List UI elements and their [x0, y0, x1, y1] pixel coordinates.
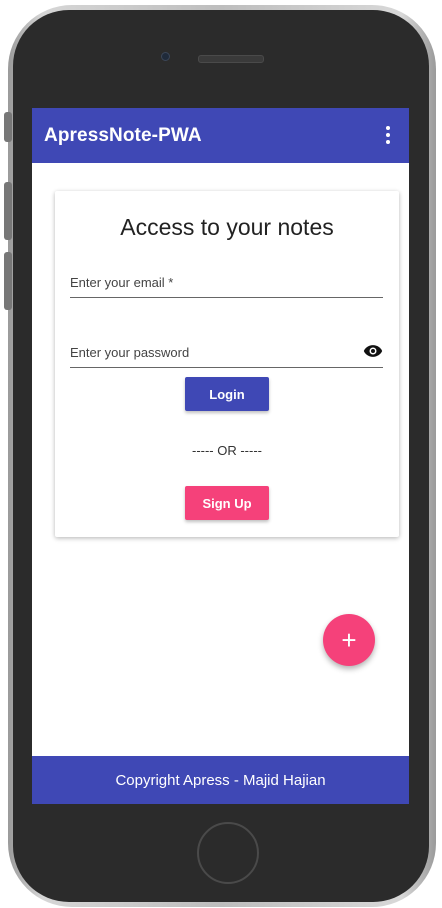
- add-icon: +: [341, 624, 357, 655]
- footer-copyright: Copyright Apress - Majid Hajian: [115, 771, 326, 789]
- signup-button[interactable]: Sign Up: [185, 486, 269, 520]
- email-field[interactable]: Enter your email *: [70, 271, 383, 298]
- email-placeholder: Enter your email *: [70, 275, 174, 290]
- card-heading: Access to your notes: [120, 214, 334, 240]
- front-camera: [161, 52, 170, 61]
- login-card: Access to your notes Enter your email * …: [55, 191, 399, 537]
- earpiece-speaker: [198, 55, 264, 63]
- volume-down-button: [4, 252, 12, 310]
- footer: Copyright Apress - Majid Hajian: [32, 756, 409, 804]
- volume-up-button: [4, 182, 12, 240]
- or-separator: ----- OR -----: [191, 443, 262, 458]
- mute-switch: [4, 112, 12, 142]
- app-screen: ApressNote-PWA Access to your notes Ente…: [32, 108, 409, 804]
- password-field[interactable]: Enter your password: [70, 341, 383, 368]
- home-button[interactable]: [197, 822, 259, 884]
- eye-icon[interactable]: [363, 344, 383, 358]
- add-note-fab[interactable]: +: [323, 614, 375, 666]
- password-placeholder: Enter your password: [70, 345, 190, 360]
- more-vert-icon[interactable]: [377, 122, 399, 148]
- login-button[interactable]: Login: [185, 377, 269, 411]
- app-title: ApressNote-PWA: [44, 125, 202, 146]
- app-bar: ApressNote-PWA: [32, 108, 409, 163]
